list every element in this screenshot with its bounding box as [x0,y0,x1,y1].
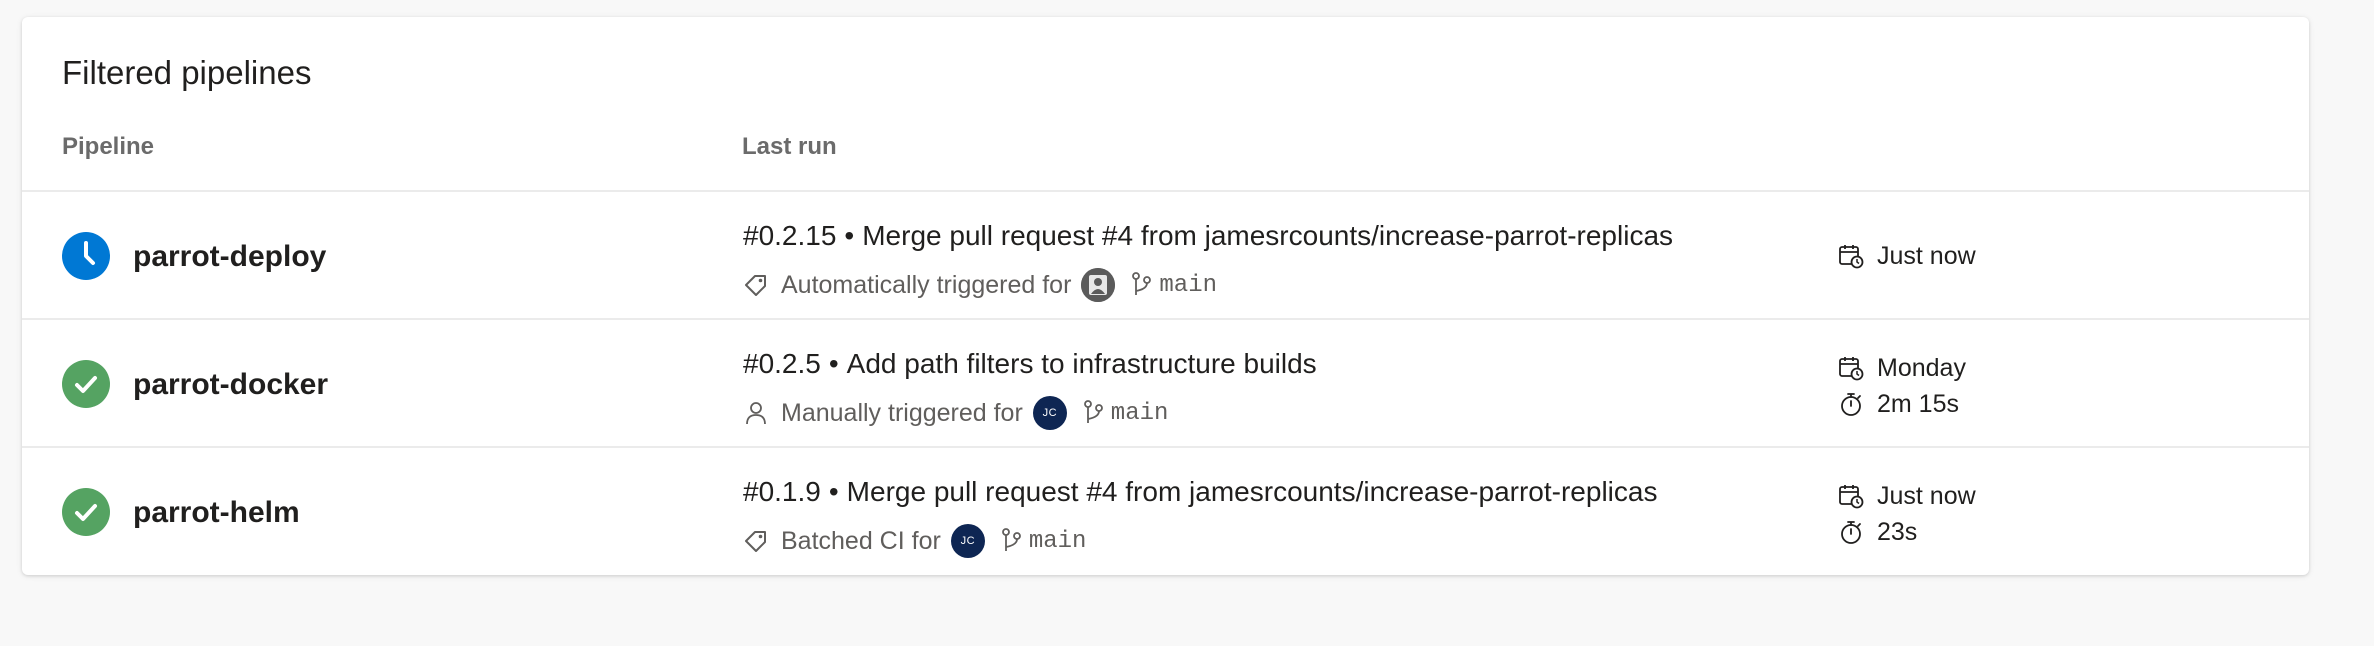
branch-icon [1131,271,1153,299]
status-succeeded-icon [62,488,110,536]
separator-bullet: • [828,348,839,379]
duration-line: 2m 15s [1837,389,1959,419]
when-line: Just now [1837,481,1976,511]
pipeline-name-link[interactable]: parrot-docker [133,368,328,402]
status-succeeded-icon [62,360,110,408]
column-header-last-run[interactable]: Last run [742,133,837,161]
separator-bullet: • [844,220,855,251]
succeeded-status-circle [62,360,110,408]
when-line: Monday [1837,353,1966,383]
succeeded-status-circle [62,488,110,536]
run-trigger-info: Automatically triggered for main [743,268,1217,302]
calendar-clock-icon [1837,482,1865,510]
branch-name[interactable]: main [1029,528,1087,555]
calendar-clock-icon [1837,242,1865,270]
pipeline-row-parrot-helm[interactable]: parrot-helm #0.1.9 • Merge pull request #4… [22,446,2309,576]
run-when: Just now [1877,481,1976,510]
column-header-pipeline[interactable]: Pipeline [62,133,154,161]
commit-message: Merge pull request #4 from jamesrcounts/… [862,220,1674,251]
trigger-text: Manually triggered for [781,398,1023,427]
avatar[interactable]: JC [1032,396,1067,430]
run-when: Monday [1877,353,1966,382]
separator-bullet: • [828,476,839,507]
tag-icon [743,528,769,554]
avatar[interactable]: JC [950,524,985,558]
stopwatch-icon [1837,390,1865,418]
pipeline-row-parrot-docker[interactable]: parrot-docker #0.2.5 • Add path filters to… [22,318,2309,448]
branch-name[interactable]: main [1159,272,1217,299]
calendar-clock-icon [1837,354,1865,382]
run-duration: 2m 15s [1877,389,1959,418]
status-running-icon [62,232,110,280]
person-icon [743,400,769,426]
filtered-pipelines-card: Filtered pipelines Pipeline Last run par… [22,17,2309,575]
commit-message: Merge pull request #4 from jamesrcounts/… [846,476,1658,507]
run-number: #0.2.15 [743,220,837,251]
avatar[interactable] [1081,268,1116,302]
pipeline-row-parrot-deploy[interactable]: parrot-deploy #0.2.15 • Merge pull request… [22,190,2309,320]
branch-icon [1083,399,1105,427]
duration-line: 23s [1837,517,1917,547]
run-number: #0.2.5 [743,348,821,379]
stopwatch-icon [1837,518,1865,546]
branch-icon [1001,527,1023,555]
run-trigger-info: Manually triggered for JC main [743,396,1168,430]
run-duration: 23s [1877,517,1918,546]
branch-name[interactable]: main [1111,400,1169,427]
run-when: Just now [1877,241,1976,270]
run-number: #0.1.9 [743,476,821,507]
run-title-link[interactable]: #0.2.5 • Add path filters to infrastructur… [743,348,1317,380]
tag-icon [743,272,769,298]
trigger-text: Automatically triggered for [781,270,1072,299]
commit-message: Add path filters to infrastructure build… [846,348,1317,379]
when-line: Just now [1837,241,1976,271]
run-trigger-info: Batched CI for JC main [743,524,1086,558]
pipeline-name-link[interactable]: parrot-deploy [133,240,326,274]
run-title-link[interactable]: #0.1.9 • Merge pull request #4 from jamesr… [743,476,1657,508]
card-title: Filtered pipelines [62,54,312,91]
pipeline-name-link[interactable]: parrot-helm [133,496,300,530]
run-title-link[interactable]: #0.2.15 • Merge pull request #4 from james… [743,220,1673,252]
trigger-text: Batched CI for [781,526,941,555]
